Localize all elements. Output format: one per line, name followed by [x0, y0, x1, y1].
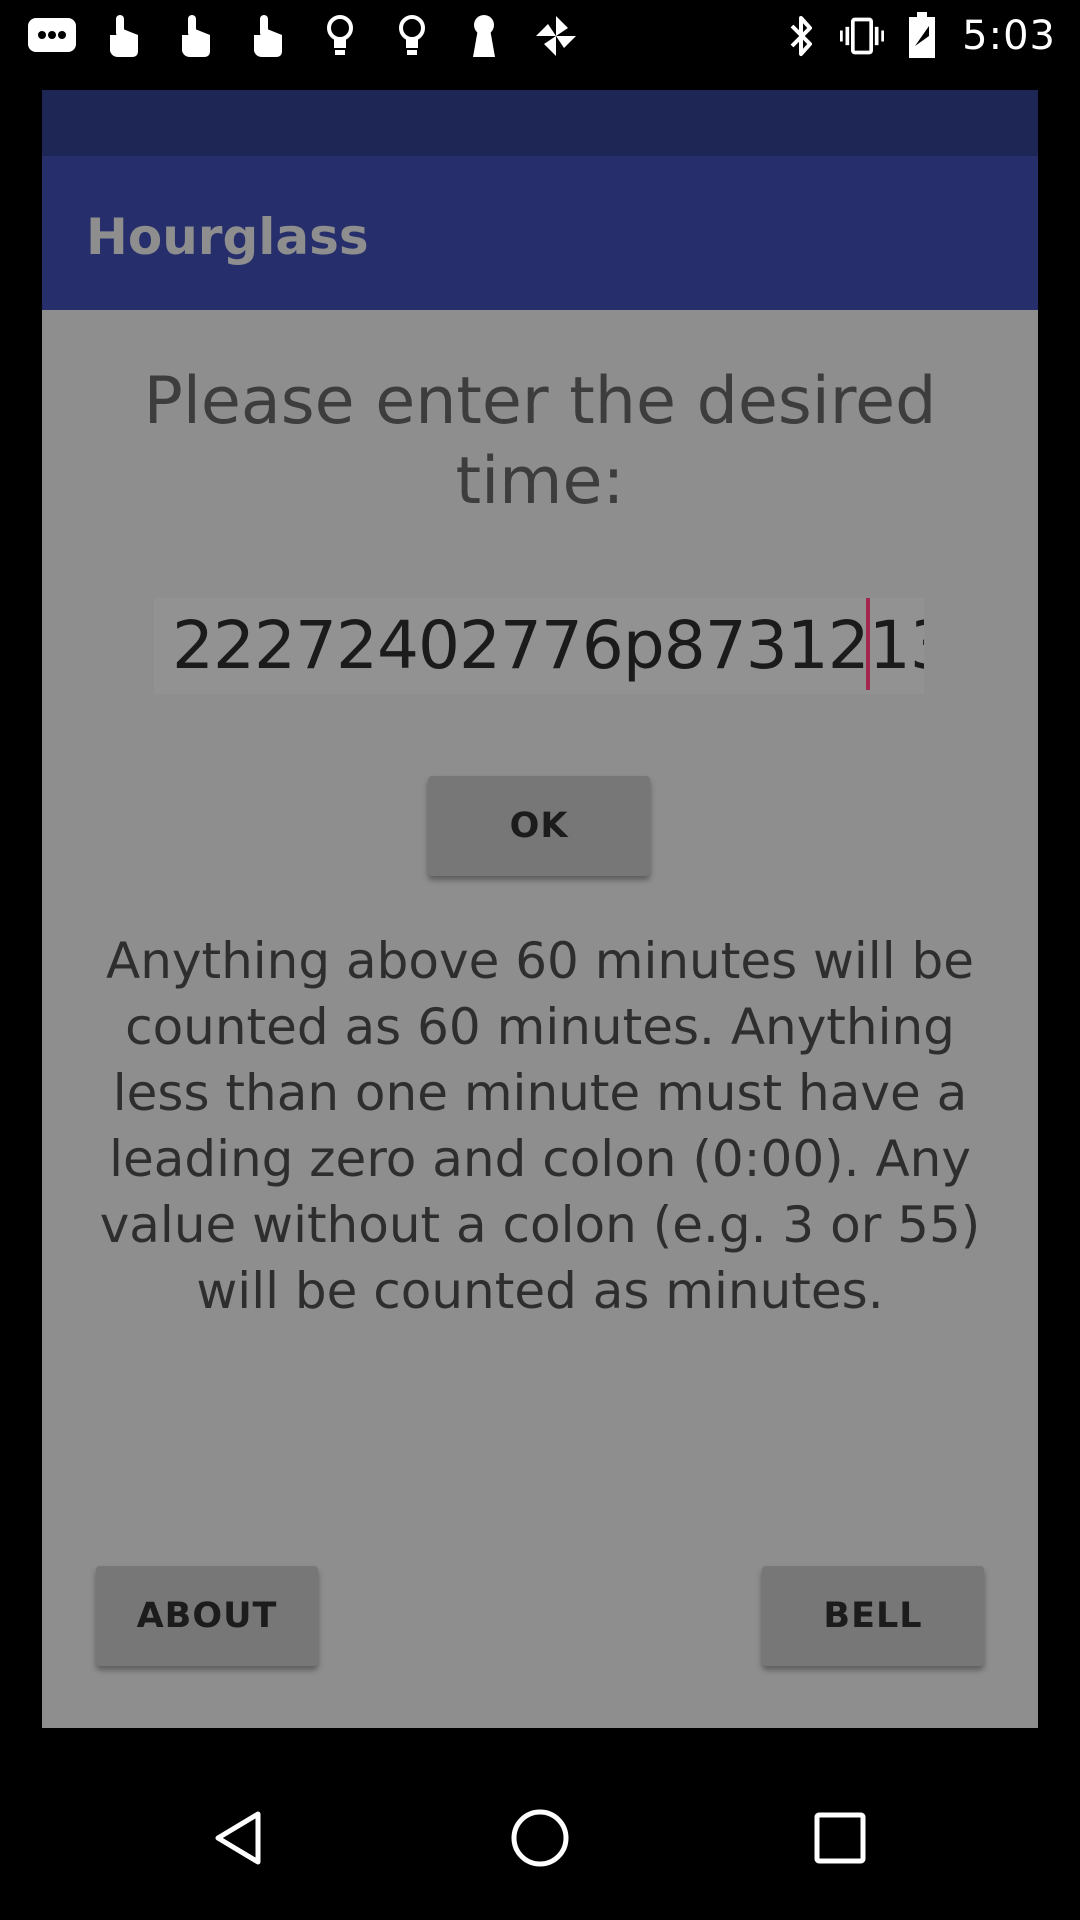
touch-icon	[96, 10, 152, 62]
home-icon	[511, 1809, 569, 1867]
status-clock: 5:03	[962, 13, 1056, 59]
recents-button[interactable]	[790, 1788, 890, 1888]
help-text: Anything above 60 minutes will be counte…	[99, 932, 981, 1320]
back-button[interactable]	[190, 1788, 290, 1888]
messages-icon	[24, 10, 80, 62]
about-button[interactable]: ABOUT	[96, 1566, 318, 1666]
time-input[interactable]: 22272402776p8731213	[154, 598, 924, 694]
app-title: Hourglass	[86, 208, 369, 266]
navigation-bar	[0, 1760, 1080, 1920]
lightbulb-icon	[312, 10, 368, 62]
touch-icon	[168, 10, 224, 62]
touch-icon	[240, 10, 296, 62]
keyhole-icon	[456, 10, 512, 62]
app-bar: Hourglass	[42, 156, 1038, 310]
status-bar: 5:03	[0, 0, 1080, 72]
bluetooth-icon	[780, 10, 824, 62]
lightbulb-icon	[384, 10, 440, 62]
system-icons: 5:03	[764, 10, 1056, 62]
time-input-value: 22272402776p8731213	[172, 607, 924, 684]
time-prompt: Please enter the desired time:	[143, 364, 937, 519]
recents-icon	[814, 1812, 866, 1864]
back-icon	[215, 1811, 261, 1865]
pinwheel-icon	[528, 10, 584, 62]
app-window: Hourglass Please enter the desired time:…	[42, 90, 1038, 1728]
battery-icon	[900, 10, 944, 62]
app-status-strip	[42, 90, 1038, 156]
vibrate-icon	[840, 10, 885, 62]
text-caret	[866, 598, 870, 690]
bell-button[interactable]: BELL	[762, 1566, 984, 1666]
home-button[interactable]	[490, 1788, 590, 1888]
ok-button[interactable]: OK	[428, 776, 650, 876]
notification-icons	[24, 10, 600, 62]
